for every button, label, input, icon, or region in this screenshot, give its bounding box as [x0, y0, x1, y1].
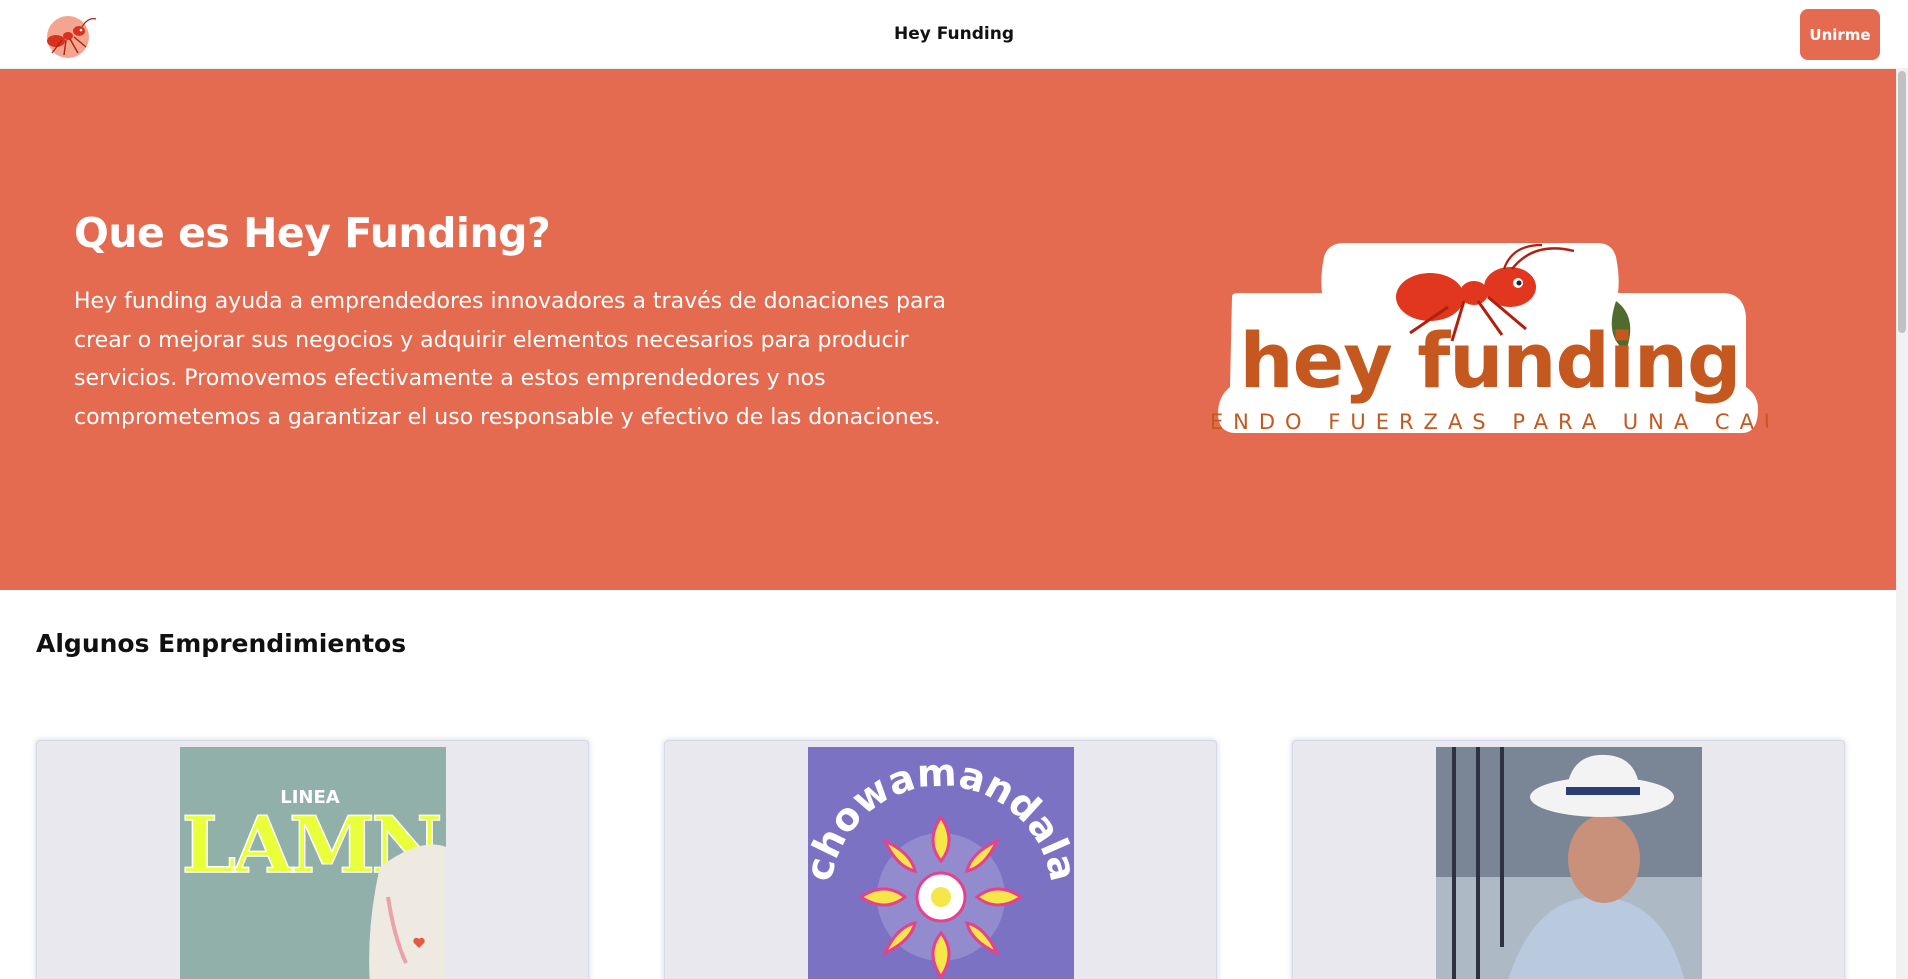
project-image[interactable]: chowamandala — [808, 747, 1074, 979]
hero-title: Que es Hey Funding? — [74, 209, 551, 257]
hero-description: Hey funding ayuda a emprendedores innova… — [74, 289, 946, 430]
project-image[interactable] — [1436, 747, 1702, 979]
hey-funding-logo: hey funding UNIENDO FUERZAS PARA UNA CAU… — [1143, 237, 1827, 473]
hero-section: Que es Hey Funding? Hey funding ayuda a … — [0, 69, 1896, 590]
logo-tagline: UNIENDO FUERZAS PARA UNA CAUSA — [1212, 410, 1768, 434]
project-image[interactable]: LINEA LAMN — [180, 747, 446, 979]
join-button[interactable]: Unirme — [1800, 9, 1880, 60]
page-scrollbar[interactable] — [1896, 69, 1908, 979]
navbar: Hey Funding Unirme — [0, 0, 1908, 69]
logo-wordmark: hey funding — [1240, 316, 1741, 405]
section-title: Algunos Emprendimientos — [36, 629, 407, 658]
scrollbar-thumb[interactable] — [1898, 71, 1906, 333]
project-card[interactable]: LINEA LAMN — [36, 740, 589, 979]
nav-title: Hey Funding — [894, 24, 1014, 44]
project-card[interactable] — [1292, 740, 1845, 979]
project-card[interactable]: chowamandala — [664, 740, 1217, 979]
